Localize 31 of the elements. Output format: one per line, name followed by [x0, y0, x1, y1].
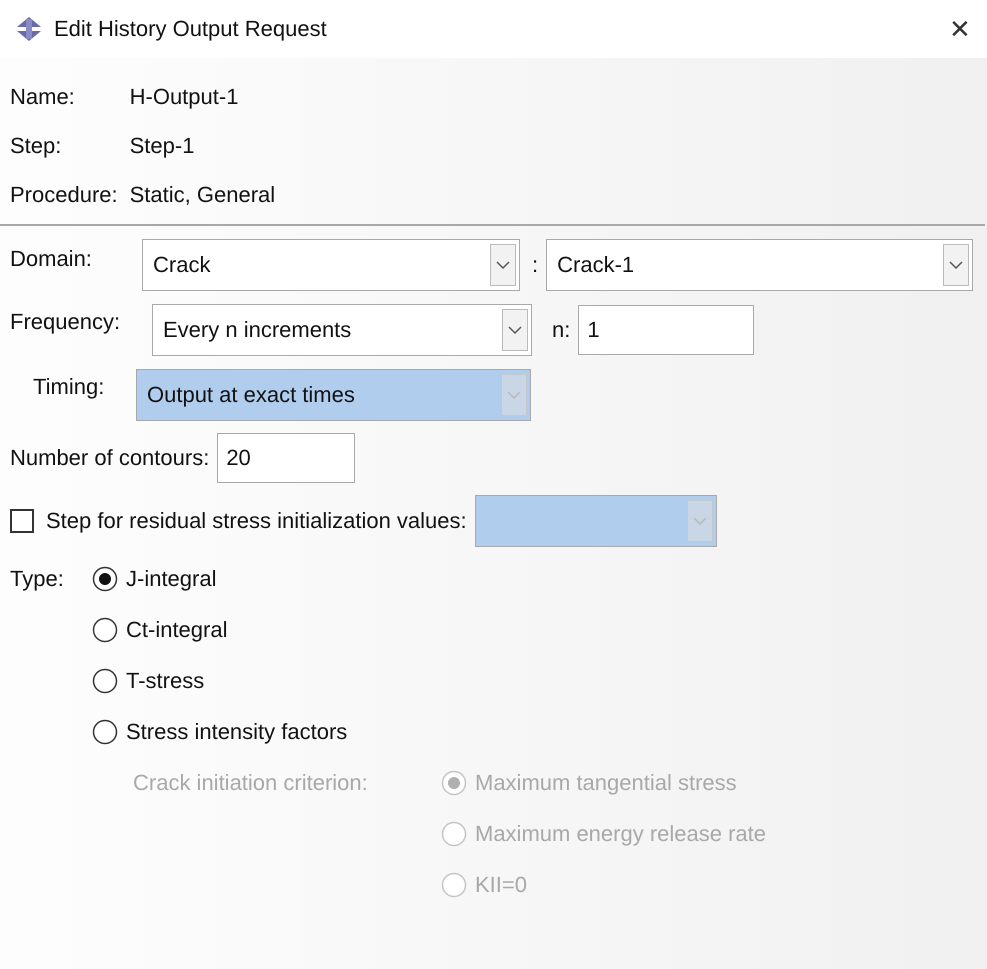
field-label: Domain:: [9, 246, 93, 272]
radio-option[interactable]: J-integral: [92, 566, 216, 592]
field-value: Static, General: [130, 182, 276, 208]
domain-object-dropdown[interactable]: Crack-1: [546, 239, 974, 291]
field-label: Procedure:: [10, 182, 118, 208]
frequency-dropdown[interactable]: Every n increments: [152, 304, 532, 356]
radio-button-icon[interactable]: [92, 719, 118, 745]
field-value: Step-1: [130, 133, 196, 159]
close-button[interactable]: ✕: [945, 14, 975, 44]
field-label: Type:: [9, 566, 65, 592]
field-label: Crack initiation criterion:: [133, 770, 369, 796]
field-label: Name:: [10, 84, 76, 110]
field-label: Frequency:: [9, 309, 122, 335]
separator-colon: :: [532, 252, 538, 278]
radio-button-icon[interactable]: [92, 668, 118, 694]
checkbox-label: Step for residual stress initialization values:: [46, 508, 467, 534]
field-label: Timing:: [32, 374, 106, 400]
residual-step-dropdown[interactable]: [474, 495, 717, 547]
contours-input[interactable]: 20: [217, 433, 356, 483]
window-title: Edit History Output Request: [54, 16, 328, 42]
domain-dropdown[interactable]: Crack: [142, 239, 520, 291]
radio-button-icon[interactable]: [92, 566, 118, 592]
field-label: Number of contours:: [9, 445, 210, 471]
field-label: n:: [552, 317, 570, 343]
n-input[interactable]: 1: [578, 305, 754, 355]
radio-option[interactable]: Ct-integral: [92, 617, 228, 643]
field-value: H-Output-1: [130, 84, 240, 110]
field-label: Step:: [10, 133, 62, 159]
radio-option[interactable]: T-stress: [92, 668, 204, 694]
radio-button-icon[interactable]: [92, 617, 118, 643]
radio-option[interactable]: Stress intensity factors: [92, 719, 348, 745]
